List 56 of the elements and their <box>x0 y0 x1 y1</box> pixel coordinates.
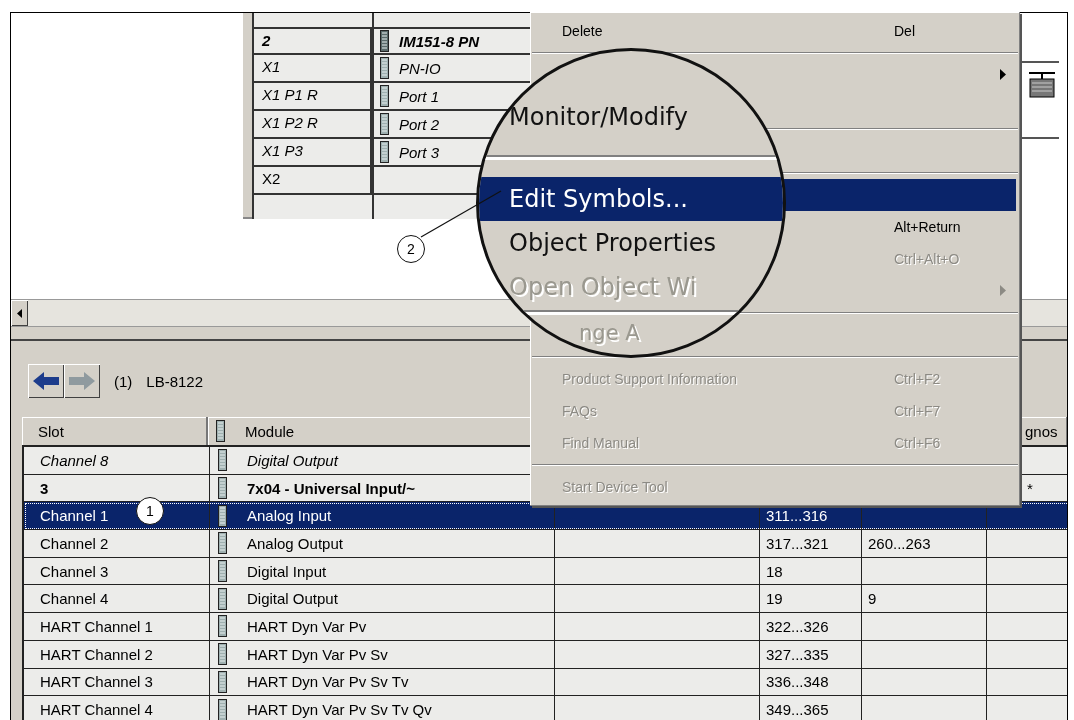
table-cell: HART Channel 4 <box>40 701 153 719</box>
shortcut-label: Ctrl+F2 <box>894 371 941 387</box>
table-cell: HART Dyn Var Pv Sv <box>247 645 388 663</box>
slot-label: X1 P1 R <box>254 83 372 109</box>
table-cell: Digital Output <box>247 451 338 469</box>
table-cell: HART Channel 3 <box>40 673 153 691</box>
table-cell: HART Channel 2 <box>40 645 153 663</box>
menu-label: Find Manual <box>562 435 640 451</box>
slot-label: X1 P2 R <box>254 111 372 137</box>
table-cell: Channel 1 <box>40 507 109 525</box>
slot-label: X2 <box>254 167 372 193</box>
table-cell: 19 <box>766 590 783 608</box>
module-name: IM151-8 PN <box>399 32 480 50</box>
table-cell: Channel 2 <box>40 534 109 552</box>
magnified-menu-item: nge A <box>579 321 640 345</box>
menu-label: FAQs <box>562 403 597 419</box>
table-cell: 322...326 <box>766 617 829 635</box>
table-cell: Channel 4 <box>40 590 109 608</box>
shortcut-label: Del <box>894 23 915 39</box>
menu-label: Delete <box>562 23 603 39</box>
module-name: Port 1 <box>399 87 440 105</box>
station-number: (1) <box>114 372 133 390</box>
module-name: Port 2 <box>399 115 440 133</box>
slot-label: X1 <box>254 55 372 81</box>
table-cell: 336...348 <box>766 673 829 691</box>
module-name: Port 3 <box>399 143 440 161</box>
magnified-menu-item: Open Object Wi <box>509 273 697 301</box>
table-cell: Analog Output <box>247 534 343 552</box>
table-cell: Digital Input <box>247 562 327 580</box>
shortcut-label: Ctrl+F7 <box>894 403 941 419</box>
table-cell: 349...365 <box>766 701 829 719</box>
table-cell: 260...263 <box>868 534 931 552</box>
slot-label: X1 P3 <box>254 139 372 165</box>
table-cell: 317...321 <box>766 534 829 552</box>
table-cell: HART Channel 1 <box>40 617 153 635</box>
shortcut-label: Alt+Return <box>894 219 961 235</box>
table-cell: Digital Output <box>247 590 338 608</box>
shortcut-label: Ctrl+F6 <box>894 435 941 451</box>
module-name: PN-IO <box>399 59 441 77</box>
table-cell: 311...316 <box>766 507 828 525</box>
station-name: LB-8122 <box>146 372 204 390</box>
slot-label: 2 <box>254 29 372 53</box>
table-cell: Channel 8 <box>40 451 109 469</box>
table-cell: Analog Input <box>247 507 332 525</box>
table-cell: HART Dyn Var Pv <box>247 617 367 635</box>
table-cell: 327...335 <box>766 645 829 663</box>
menu-label: Product Support Information <box>562 371 738 387</box>
table-cell: 7x04 - Universal Input/~ <box>247 479 415 497</box>
table-cell: * <box>1027 479 1033 497</box>
table-cell: 18 <box>766 562 783 580</box>
table-cell: 3 <box>40 479 49 497</box>
menu-label: Start Device Tool <box>562 479 668 495</box>
table-cell: Channel 3 <box>40 562 109 580</box>
table-cell: HART Dyn Var Pv Sv Tv Qv <box>247 701 432 719</box>
table-cell: HART Dyn Var Pv Sv Tv <box>247 673 409 691</box>
table-cell: 9 <box>868 590 877 608</box>
